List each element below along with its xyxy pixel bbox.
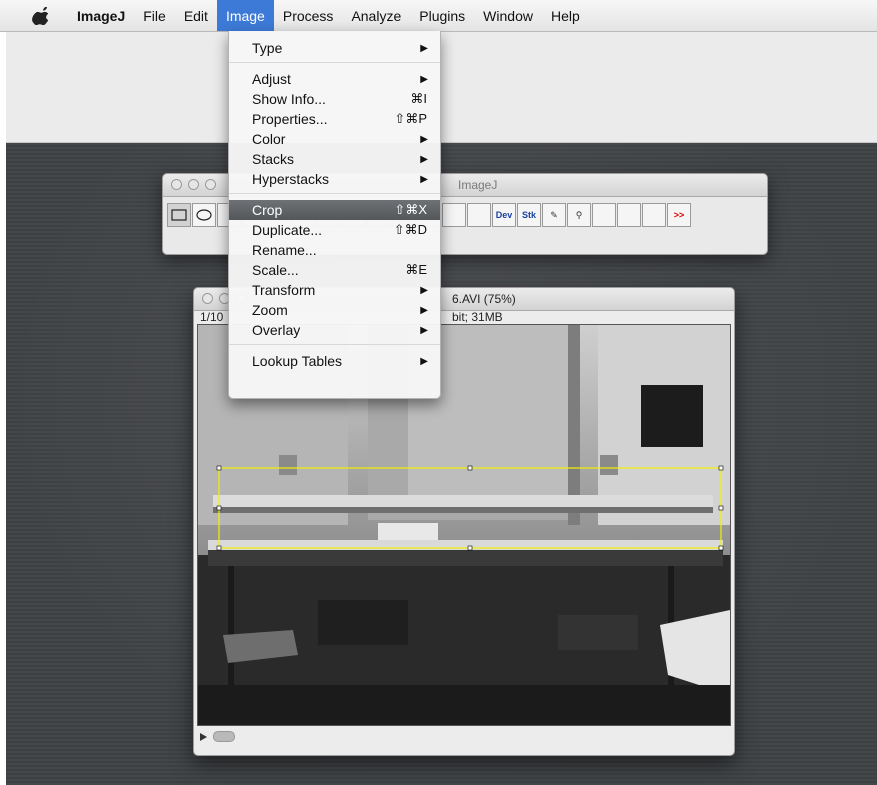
menu-analyze[interactable]: Analyze xyxy=(342,0,410,31)
menu-item-lookup-tables[interactable]: Lookup Tables ▶ xyxy=(229,351,440,371)
tool-dev[interactable]: Dev xyxy=(492,203,516,227)
menu-item-label: Duplicate... xyxy=(252,222,323,238)
menu-process[interactable]: Process xyxy=(274,0,343,31)
submenu-arrow-icon: ▶ xyxy=(420,304,428,316)
menu-imagej[interactable]: ImageJ xyxy=(68,0,134,31)
menu-item-properties[interactable]: Properties... ⇧⌘P xyxy=(229,109,440,129)
more-tools-icon[interactable]: >> xyxy=(667,203,691,227)
play-icon[interactable] xyxy=(200,732,207,741)
menu-item-label: Lookup Tables xyxy=(252,353,343,369)
menu-item-color[interactable]: Color ▶ xyxy=(229,129,440,149)
submenu-arrow-icon: ▶ xyxy=(420,73,428,85)
menu-item-crop[interactable]: Crop ⇧⌘X xyxy=(229,200,440,220)
menu-item-label: Type xyxy=(252,40,283,56)
zoom-button[interactable] xyxy=(205,179,216,190)
tool-slot[interactable] xyxy=(617,203,641,227)
menu-window[interactable]: Window xyxy=(474,0,542,31)
rectangle-tool-icon[interactable] xyxy=(167,203,191,227)
menu-item-shortcut: ⇧⌘D xyxy=(393,222,427,237)
submenu-arrow-icon: ▶ xyxy=(420,153,428,165)
menu-item-shortcut: ⇧⌘X xyxy=(394,202,427,217)
menu-file[interactable]: File xyxy=(134,0,175,31)
menu-item-shortcut: ⌘E xyxy=(405,262,427,277)
menu-item-label: Adjust xyxy=(252,71,291,87)
menu-item-hyperstacks[interactable]: Hyperstacks ▶ xyxy=(229,169,440,189)
submenu-arrow-icon: ▶ xyxy=(420,173,428,185)
menu-separator xyxy=(229,344,440,345)
tool-slot[interactable] xyxy=(642,203,666,227)
menu-item-label: Show Info... xyxy=(252,91,326,107)
menu-item-duplicate[interactable]: Duplicate... ⇧⌘D xyxy=(229,220,440,240)
menu-item-label: Crop xyxy=(252,202,283,218)
menu-item-label: Hyperstacks xyxy=(252,171,330,187)
tool-stk[interactable]: Stk xyxy=(517,203,541,227)
menu-item-zoom[interactable]: Zoom ▶ xyxy=(229,300,440,320)
frame-scrollbar-thumb[interactable] xyxy=(213,731,235,742)
window-backdrop xyxy=(6,32,877,143)
menu-item-adjust[interactable]: Adjust ▶ xyxy=(229,69,440,89)
submenu-arrow-icon: ▶ xyxy=(420,133,428,145)
tool-slot[interactable] xyxy=(592,203,616,227)
menu-item-shortcut: ⇧⌘P xyxy=(394,111,427,126)
menu-item-label: Scale... xyxy=(252,262,299,278)
oval-tool-icon[interactable] xyxy=(192,203,216,227)
menu-bar: ImageJ File Edit Image Process Analyze Plugins… xyxy=(0,0,877,32)
menu-item-label: Overlay xyxy=(252,322,301,338)
menu-item-show-info[interactable]: Show Info... ⌘I xyxy=(229,89,440,109)
toolbar-window-title: ImageJ xyxy=(458,178,498,192)
menu-item-label: Rename... xyxy=(252,242,317,258)
image-menu-dropdown: Type ▶ Adjust ▶ Show Info... ⌘I Properties... ⇧… xyxy=(228,31,441,399)
menu-item-label: Color xyxy=(252,131,286,147)
menu-item-label: Stacks xyxy=(252,151,295,167)
menu-plugins[interactable]: Plugins xyxy=(410,0,474,31)
menu-help[interactable]: Help xyxy=(542,0,589,31)
tool-slot[interactable] xyxy=(467,203,491,227)
submenu-arrow-icon: ▶ xyxy=(420,42,428,54)
menu-item-type[interactable]: Type ▶ xyxy=(229,38,440,58)
brush-tool-icon[interactable]: ✎ xyxy=(542,203,566,227)
menu-image[interactable]: Image xyxy=(216,0,274,31)
dropper-tool-icon[interactable]: ⚲ xyxy=(567,203,591,227)
menu-item-label: Properties... xyxy=(252,111,328,127)
submenu-arrow-icon: ▶ xyxy=(420,284,428,296)
image-window-title: 6.AVI (75%) xyxy=(452,292,516,306)
zoom-tool-icon[interactable] xyxy=(442,203,466,227)
menu-separator xyxy=(229,62,440,63)
menu-item-label: Zoom xyxy=(252,302,288,318)
menu-item-overlay[interactable]: Overlay ▶ xyxy=(229,320,440,340)
close-button[interactable] xyxy=(171,179,182,190)
menu-item-transform[interactable]: Transform ▶ xyxy=(229,280,440,300)
minimize-button[interactable] xyxy=(188,179,199,190)
menu-item-rename[interactable]: Rename... xyxy=(229,240,440,260)
close-button[interactable] xyxy=(202,293,213,304)
menu-edit[interactable]: Edit xyxy=(175,0,217,31)
apple-logo-icon[interactable] xyxy=(32,6,54,26)
menu-item-stacks[interactable]: Stacks ▶ xyxy=(229,149,440,169)
submenu-arrow-icon: ▶ xyxy=(420,324,428,336)
image-info-left: 1/10 xyxy=(200,310,224,324)
image-info-right: bit; 31MB xyxy=(452,310,503,324)
submenu-arrow-icon: ▶ xyxy=(420,355,428,367)
menu-item-label: Transform xyxy=(252,282,316,298)
menu-separator xyxy=(229,193,440,194)
menu-item-shortcut: ⌘I xyxy=(410,91,427,106)
menu-item-scale[interactable]: Scale... ⌘E xyxy=(229,260,440,280)
